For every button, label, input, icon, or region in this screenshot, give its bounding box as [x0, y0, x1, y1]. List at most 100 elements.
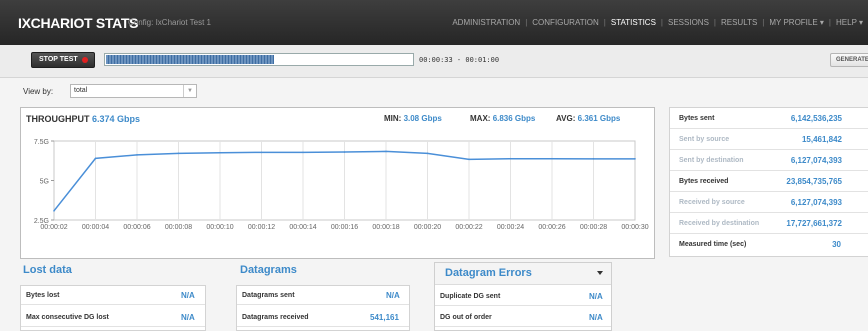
- stat-label: Max consecutive DG lost: [26, 314, 109, 321]
- stat-label: Bytes lost: [26, 292, 60, 299]
- summary-value: 6,142,536,235: [790, 114, 842, 123]
- summary-row-received-by-destination: Received by destination 17,727,661,372: [670, 213, 868, 234]
- x-tick-label: 00:00:04: [82, 224, 109, 231]
- summary-label: Bytes received: [679, 178, 729, 185]
- x-tick-label: 00:00:28: [580, 224, 607, 231]
- x-tick-label: 00:00:08: [165, 224, 192, 231]
- chevron-down-icon: ▼: [183, 85, 196, 97]
- lost-data-row: Bytes lost N/A: [21, 286, 205, 305]
- summary-value: 23,854,735,765: [786, 177, 842, 186]
- summary-label: Received by source: [679, 199, 745, 206]
- stat-label: Duplicate DG sent: [440, 293, 501, 300]
- stat-label: Datagrams sent: [242, 292, 295, 299]
- min-label: MIN:: [384, 114, 402, 123]
- stat-value: N/A: [181, 291, 195, 300]
- x-tick-label: 00:00:06: [123, 224, 150, 231]
- summary-value: 6,127,074,393: [790, 198, 842, 207]
- data-point: [260, 151, 263, 154]
- summary-label: Sent by source: [679, 136, 730, 143]
- max-value: 6.836 Gbps: [492, 114, 536, 123]
- data-point: [136, 154, 138, 156]
- lost-data-box: Bytes lost N/A Max consecutive DG lost N…: [20, 285, 206, 331]
- max-label: MAX:: [470, 114, 491, 123]
- x-tick-label: 00:00:26: [538, 224, 565, 231]
- x-tick-label: 00:00:30: [621, 224, 648, 231]
- nav-my-profile[interactable]: MY PROFILE ▾: [764, 18, 829, 27]
- view-by-select[interactable]: total ▼: [70, 84, 197, 98]
- data-point: [426, 152, 429, 155]
- view-by-label: View by:: [23, 87, 54, 96]
- stop-test-button[interactable]: STOP TEST: [31, 52, 95, 68]
- data-point: [219, 151, 221, 154]
- nav-results[interactable]: RESULTS: [716, 18, 762, 27]
- main-nav: ADMINISTRATION | CONFIGURATION | STATIST…: [447, 18, 868, 27]
- datagram-errors-panel: Datagram Errors Duplicate DG sent N/A DG…: [434, 262, 612, 331]
- datagrams-title: Datagrams: [240, 264, 297, 276]
- data-point: [468, 158, 470, 161]
- bytes-summary-panel: Bytes sent 6,142,536,235 Sent by source …: [669, 107, 868, 257]
- x-tick-label: 00:00:16: [331, 224, 358, 231]
- throughput-avg: AVG: 6.361 Gbps: [556, 114, 620, 123]
- test-progress-bar: [104, 53, 414, 66]
- datagrams-row: Datagrams sent N/A: [237, 286, 409, 305]
- progress-fill: [106, 55, 275, 64]
- summary-label: Sent by destination: [679, 157, 744, 164]
- datagram-errors-row: DG out of order N/A: [435, 308, 611, 327]
- y-tick-label: 5G: [40, 179, 49, 186]
- throughput-label: THROUGHPUT: [26, 114, 90, 124]
- data-point: [634, 158, 636, 160]
- throughput-panel: 2.5G 5G 7.5G 00:00:02 00:00:04 00:00:06 00:00:…: [20, 107, 655, 259]
- datagrams-row: Datagrams received 541,161: [237, 308, 409, 327]
- datagram-errors-row: Duplicate DG sent N/A: [435, 287, 611, 306]
- data-point: [94, 157, 97, 160]
- caret-down-icon: [597, 271, 603, 275]
- elapsed-timer: 00:00:33 - 00:01:00: [419, 56, 500, 64]
- summary-row-measured-time: Measured time (sec) 30: [670, 234, 868, 255]
- stat-value: N/A: [181, 313, 195, 322]
- avg-value: 6.361 Gbps: [577, 114, 621, 123]
- summary-row-received-by-source: Received by source 6,127,074,393: [670, 192, 868, 213]
- datagram-errors-header[interactable]: Datagram Errors: [435, 263, 611, 285]
- x-tick-label: 00:00:10: [206, 224, 233, 231]
- data-point: [509, 157, 512, 160]
- data-point: [302, 151, 304, 154]
- nav-statistics[interactable]: STATISTICS: [606, 18, 661, 27]
- summary-row-bytes-received: Bytes received 23,854,735,765: [670, 171, 868, 192]
- test-toolbar: STOP TEST 00:00:33 - 00:01:00 GENERATE R…: [0, 45, 868, 78]
- avg-label: AVG:: [556, 114, 576, 123]
- throughput-title: THROUGHPUT 6.374 Gbps: [26, 114, 140, 124]
- view-by-value: total: [74, 87, 88, 94]
- stat-label: DG out of order: [440, 314, 492, 321]
- stat-label: Datagrams received: [242, 314, 309, 321]
- summary-value: 15,461,842: [801, 135, 842, 144]
- data-point: [177, 152, 180, 155]
- summary-value: 17,727,661,372: [786, 219, 842, 228]
- x-tick-label: 00:00:24: [497, 224, 524, 231]
- summary-row-sent-by-source: Sent by source 15,461,842: [670, 129, 868, 150]
- summary-label: Received by destination: [679, 220, 760, 227]
- top-navigation-bar: IXCHARIOT STATS Config: IxChariot Test 1…: [0, 0, 868, 45]
- nav-configuration[interactable]: CONFIGURATION: [527, 18, 604, 27]
- stop-record-icon: [82, 57, 88, 63]
- throughput-current: 6.374 Gbps: [92, 114, 141, 124]
- app-title: IXCHARIOT STATS: [18, 15, 139, 31]
- stop-test-label: STOP TEST: [39, 56, 78, 63]
- nav-sessions[interactable]: SESSIONS: [663, 18, 714, 27]
- stat-value: N/A: [589, 313, 603, 322]
- stat-value: N/A: [589, 292, 603, 301]
- x-tick-label: 00:00:20: [414, 224, 441, 231]
- x-tick-label: 00:00:18: [372, 224, 399, 231]
- data-point: [343, 151, 346, 153]
- throughput-chart: 2.5G5G7.5G00:00:02 00:00:04 00:00:06 00:00:…: [34, 139, 649, 231]
- data-point: [551, 157, 553, 160]
- config-name: Config: IxChariot Test 1: [128, 18, 212, 27]
- data-point: [385, 150, 387, 153]
- nav-help[interactable]: HELP ▾: [831, 18, 868, 27]
- summary-label: Measured time (sec): [679, 241, 747, 248]
- generate-report-button[interactable]: GENERATE REPORT: [830, 53, 868, 67]
- x-tick-label: 00:00:22: [455, 224, 482, 231]
- min-value: 3.08 Gbps: [403, 114, 442, 123]
- nav-administration[interactable]: ADMINISTRATION: [447, 18, 525, 27]
- datagrams-box: Datagrams sent N/A Datagrams received 54…: [236, 285, 410, 331]
- datagram-errors-title: Datagram Errors: [445, 267, 532, 279]
